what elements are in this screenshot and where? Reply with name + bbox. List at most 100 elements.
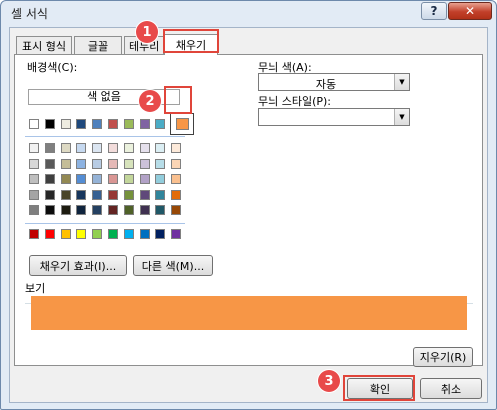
selected-color-fill [175,118,189,130]
theme-shade-swatch[interactable] [155,189,166,200]
more-colors-button[interactable]: 다른 색(M)... [133,255,213,276]
theme-shade-swatch[interactable] [108,205,118,215]
cancel-button[interactable]: 취소 [420,378,482,399]
theme-color-swatch[interactable] [76,119,87,129]
theme-shade-swatch[interactable] [60,205,71,215]
theme-shade-swatch[interactable] [123,189,134,200]
theme-shade-swatch[interactable] [60,189,71,200]
highlight-box [163,29,219,53]
standard-color-swatch[interactable] [60,229,71,239]
theme-color-swatch[interactable] [60,119,71,129]
theme-shade-swatch[interactable] [108,158,118,169]
standard-color-swatch[interactable] [155,229,166,239]
theme-shade-swatch[interactable] [44,205,55,215]
theme-shade-swatch[interactable] [171,158,182,169]
help-button[interactable]: ? [421,2,447,20]
title-bar: 셀 서식 ? ✕ [1,1,496,25]
theme-shade-swatch[interactable] [60,174,71,184]
theme-shade-swatch[interactable] [29,189,39,200]
standard-color-swatch[interactable] [108,229,118,239]
background-color-label: 배경색(C): [27,61,78,74]
theme-shade-swatch[interactable] [92,205,103,215]
theme-color-swatch[interactable] [139,119,150,129]
theme-shade-swatch[interactable] [171,174,182,184]
theme-shade-swatch[interactable] [155,158,166,169]
theme-color-swatch[interactable] [44,119,55,129]
theme-shade-swatch[interactable] [92,174,103,184]
theme-shade-swatch[interactable] [171,205,182,215]
fill-effects-button[interactable]: 채우기 효과(I)... [29,255,127,276]
theme-shade-swatch[interactable] [139,158,150,169]
theme-shade-swatch[interactable] [29,174,39,184]
theme-shade-swatch[interactable] [76,189,87,200]
theme-shade-swatch[interactable] [139,143,150,153]
callout-badge: 3 [318,370,340,392]
tab-font[interactable]: 글꼴 [74,36,122,54]
dialog-title: 셀 서식 [11,7,48,21]
theme-shade-swatch[interactable] [155,205,166,215]
highlight-box [164,86,192,114]
standard-color-swatch[interactable] [44,229,55,239]
dialog-client-area: 표시 형식 글꼴 테두리 채우기 배경색(C): 색 없음 채우기 효과(I).… [9,27,488,403]
theme-shade-swatch[interactable] [155,174,166,184]
theme-shade-swatch[interactable] [44,174,55,184]
pattern-color-value: 자동 [315,78,337,91]
format-cells-dialog: 셀 서식 ? ✕ 표시 형식 글꼴 테두리 채우기 배경색(C): 색 없음 채… [0,0,497,410]
palette-separator [25,136,185,137]
close-button[interactable]: ✕ [448,2,492,20]
theme-shade-swatch[interactable] [44,189,55,200]
theme-shade-swatch[interactable] [92,143,103,153]
standard-color-swatch[interactable] [76,229,87,239]
theme-color-swatch[interactable] [155,119,166,129]
theme-shade-swatch[interactable] [29,143,39,153]
theme-shade-swatch[interactable] [44,143,55,153]
theme-shade-swatch[interactable] [92,158,103,169]
standard-color-swatch[interactable] [29,229,39,239]
pattern-color-combo[interactable]: 자동 ▼ [258,73,410,91]
callout-badge: 1 [136,21,158,43]
standard-color-swatch[interactable] [123,229,134,239]
theme-shade-swatch[interactable] [171,189,182,200]
theme-shade-swatch[interactable] [76,158,87,169]
theme-shade-swatch[interactable] [139,189,150,200]
theme-shade-swatch[interactable] [29,205,39,215]
selected-color-swatch[interactable] [170,113,194,135]
theme-shade-swatch[interactable] [76,174,87,184]
pattern-style-label: 무늬 스타일(P): [258,95,332,108]
theme-shade-swatch[interactable] [60,158,71,169]
dropdown-arrow-icon[interactable]: ▼ [394,109,409,125]
theme-color-swatch[interactable] [92,119,103,129]
theme-shade-swatch[interactable] [123,174,134,184]
fill-sample-preview [31,296,467,330]
pattern-style-combo[interactable]: ▼ [258,108,410,126]
theme-shade-swatch[interactable] [123,158,134,169]
dropdown-arrow-icon[interactable]: ▼ [394,74,409,90]
standard-color-swatch[interactable] [92,229,103,239]
standard-color-swatch[interactable] [139,229,150,239]
theme-shade-swatch[interactable] [139,174,150,184]
theme-shade-swatch[interactable] [76,143,87,153]
theme-shade-swatch[interactable] [29,158,39,169]
theme-color-swatch[interactable] [123,119,134,129]
theme-shade-swatch[interactable] [108,143,118,153]
sample-label: 보기 [25,282,46,295]
theme-shade-swatch[interactable] [139,205,150,215]
theme-shade-swatch[interactable] [92,189,103,200]
tab-number-format[interactable]: 표시 형식 [16,36,72,54]
theme-shade-swatch[interactable] [60,143,71,153]
theme-shade-swatch[interactable] [155,143,166,153]
standard-color-swatch[interactable] [171,229,182,239]
callout-badge: 2 [139,90,161,112]
theme-shade-swatch[interactable] [108,189,118,200]
theme-shade-swatch[interactable] [44,158,55,169]
theme-color-swatch[interactable] [29,119,39,129]
theme-shade-swatch[interactable] [108,174,118,184]
theme-shade-swatch[interactable] [171,143,182,153]
highlight-box [343,375,415,401]
clear-button[interactable]: 지우기(R) [413,347,473,367]
palette-separator [25,223,185,224]
theme-shade-swatch[interactable] [123,143,134,153]
theme-color-swatch[interactable] [108,119,118,129]
theme-shade-swatch[interactable] [123,205,134,215]
theme-shade-swatch[interactable] [76,205,87,215]
